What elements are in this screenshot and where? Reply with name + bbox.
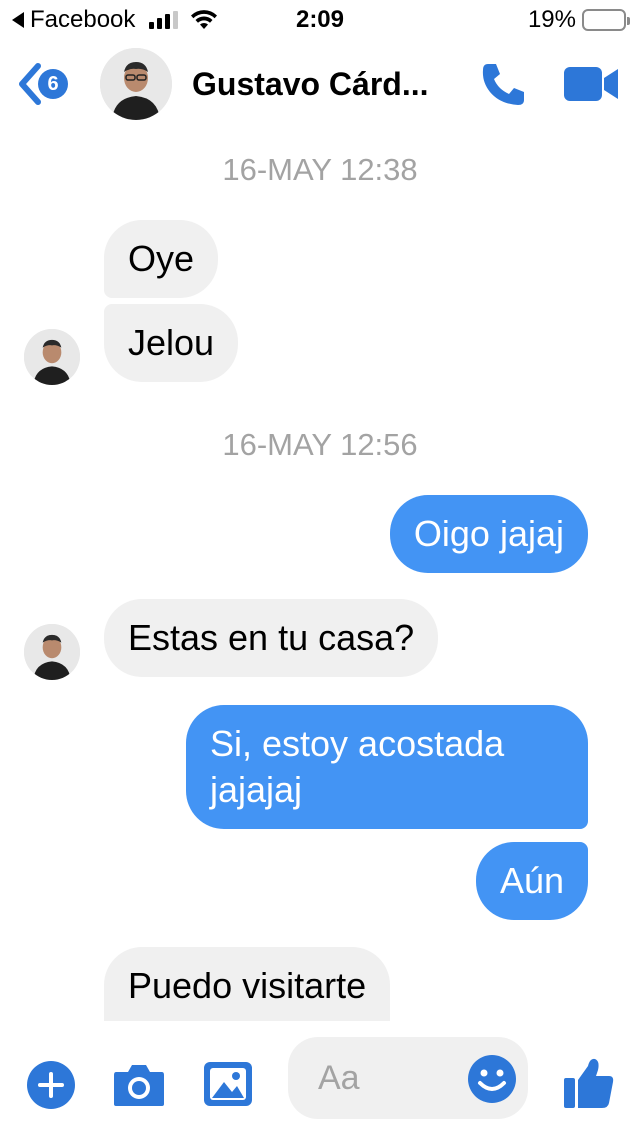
composer-bar <box>0 1030 640 1136</box>
emoji-button[interactable] <box>466 1053 518 1105</box>
gallery-button[interactable] <box>202 1060 254 1113</box>
battery-percent: 19% <box>527 6 576 33</box>
message-text-line: jajajaj <box>210 769 303 810</box>
person-avatar-icon <box>24 329 80 385</box>
camera-icon <box>114 1065 164 1106</box>
message-bubble-outgoing[interactable]: Aún <box>475 842 588 920</box>
message-bubble-incoming[interactable]: Oye <box>104 220 219 298</box>
battery-icon <box>582 9 630 31</box>
plus-icon <box>27 1061 75 1109</box>
emoji-icon <box>468 1055 516 1103</box>
person-avatar-icon <box>24 624 80 680</box>
message-compose-box[interactable] <box>288 1037 528 1119</box>
battery-status: 19% <box>527 6 630 34</box>
status-bar: Facebook 2:09 19% <box>0 0 640 40</box>
thumbs-up-icon <box>564 1058 614 1108</box>
message-text-line: Si, estoy acostada <box>210 723 505 764</box>
timestamp: 16-MAY 12:56 <box>222 427 418 462</box>
timestamp: 16-MAY 12:38 <box>222 152 418 187</box>
message-bubble-incoming[interactable]: Puedo visitarte <box>104 947 391 1021</box>
message-bubble-outgoing[interactable]: Si, estoy acostada jajajaj <box>186 705 588 829</box>
message-bubble-outgoing[interactable]: Oigo jajaj <box>389 495 588 573</box>
contact-name[interactable]: Gustavo Cárd... <box>192 66 452 103</box>
message-bubble-incoming[interactable]: Jelou <box>104 304 239 382</box>
sender-avatar[interactable] <box>24 329 80 385</box>
video-call-button[interactable] <box>562 62 620 106</box>
message-input[interactable] <box>318 1055 458 1101</box>
person-avatar-icon <box>100 48 172 120</box>
back-button[interactable]: 6 <box>16 62 68 106</box>
more-actions-button[interactable] <box>26 1060 76 1115</box>
message-bubble-incoming[interactable]: Estas en tu casa? <box>104 599 439 677</box>
camera-button[interactable] <box>112 1062 166 1113</box>
video-camera-icon <box>564 67 618 101</box>
phone-icon <box>482 64 524 105</box>
image-icon <box>204 1062 252 1106</box>
unread-count-badge: 6 <box>38 69 68 99</box>
sender-avatar[interactable] <box>24 624 80 680</box>
like-button[interactable] <box>562 1056 616 1115</box>
contact-avatar[interactable] <box>100 48 172 120</box>
call-button[interactable] <box>478 58 530 110</box>
conversation-header: 6 Gustavo Cárd... <box>0 40 640 130</box>
